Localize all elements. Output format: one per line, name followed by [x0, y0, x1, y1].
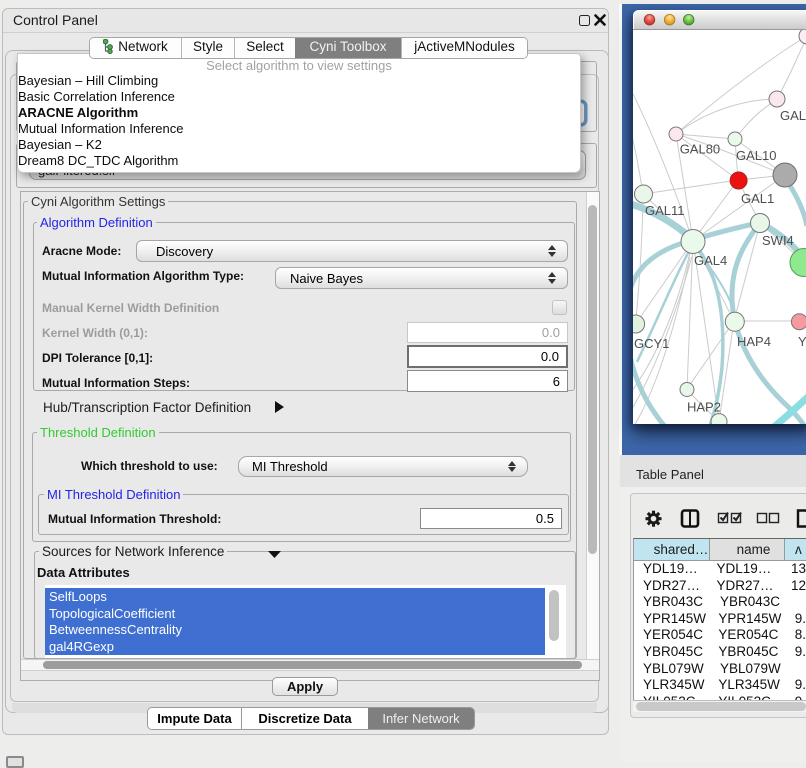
svg-text:HAP2: HAP2 [687, 400, 721, 415]
svg-text:GAL4: GAL4 [694, 253, 727, 268]
svg-text:GAL11: GAL11 [645, 203, 685, 218]
svg-text:GAL1: GAL1 [741, 191, 774, 206]
svg-text:GAL10: GAL10 [736, 148, 776, 163]
svg-text:SWI4: SWI4 [762, 233, 794, 248]
svg-text:GAL: GAL [780, 108, 806, 123]
svg-text:HAP4: HAP4 [737, 334, 771, 349]
svg-text:GAL80: GAL80 [680, 142, 720, 157]
svg-text:GCY1: GCY1 [634, 336, 669, 351]
svg-text:Y: Y [798, 334, 806, 349]
